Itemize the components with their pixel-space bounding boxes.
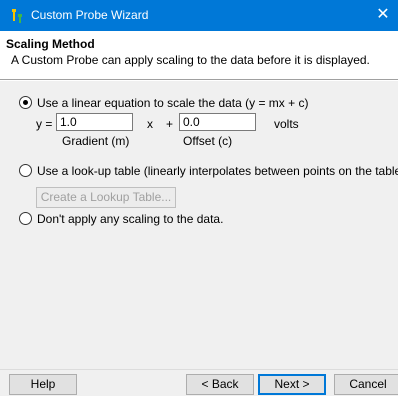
wizard-body: Use a linear equation to scale the data … [0, 81, 398, 369]
offset-input[interactable] [179, 113, 256, 131]
back-button[interactable]: < Back [186, 374, 254, 395]
no-scaling-label[interactable]: Don't apply any scaling to the data. [37, 212, 223, 226]
no-scaling-radio[interactable] [19, 212, 32, 225]
wizard-footer: Help < Back Next > Cancel [0, 369, 398, 396]
radio-selected-dot [23, 100, 28, 105]
title-bar: Custom Probe Wizard ✕ [0, 0, 398, 31]
wizard-header: Scaling Method A Custom Probe can apply … [0, 31, 398, 80]
x-label: x [147, 117, 153, 131]
window-title: Custom Probe Wizard [31, 8, 149, 22]
plus-label: + [166, 117, 174, 131]
page-title: Scaling Method [6, 37, 95, 51]
probe-wizard-icon [12, 9, 22, 23]
linear-equation-radio[interactable] [19, 96, 32, 109]
offset-caption: Offset (c) [183, 134, 233, 148]
linear-equation-label[interactable]: Use a linear equation to scale the data … [37, 96, 308, 110]
next-button[interactable]: Next > [258, 374, 326, 395]
page-description: A Custom Probe can apply scaling to the … [11, 53, 370, 67]
help-button[interactable]: Help [9, 374, 77, 395]
volts-unit-label: volts [274, 117, 299, 131]
cancel-button[interactable]: Cancel [334, 374, 398, 395]
close-icon[interactable]: ✕ [368, 0, 398, 31]
create-lookup-table-button[interactable]: Create a Lookup Table... [36, 187, 176, 208]
lookup-table-radio[interactable] [19, 164, 32, 177]
gradient-caption: Gradient (m) [62, 134, 130, 148]
lookup-table-label[interactable]: Use a look-up table (linearly interpolat… [37, 164, 398, 178]
gradient-input[interactable] [56, 113, 133, 131]
y-equals-label: y = [36, 117, 53, 131]
